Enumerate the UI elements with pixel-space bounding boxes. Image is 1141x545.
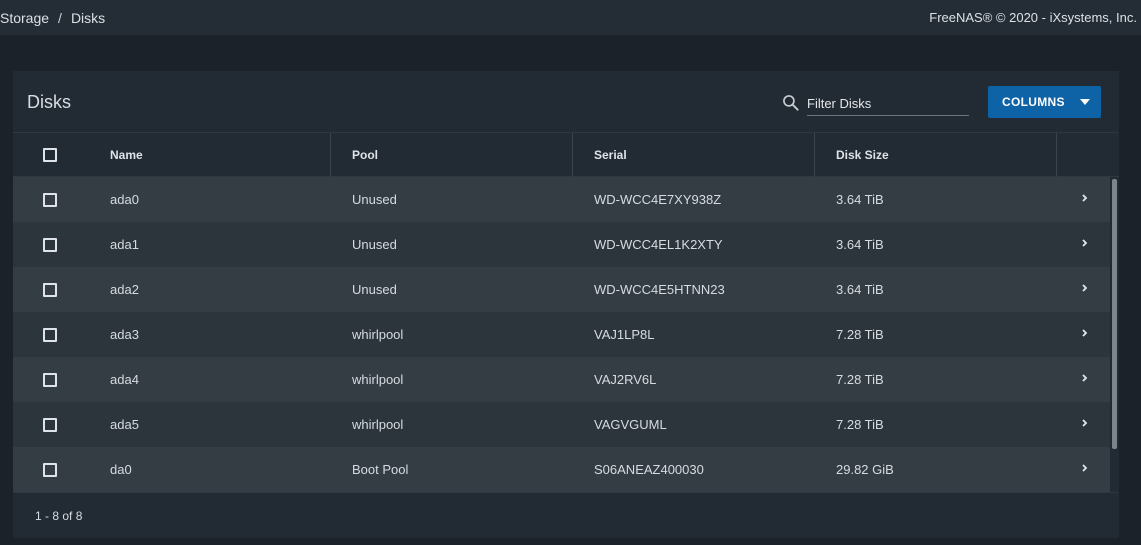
copyright-text[interactable]: FreeNAS® © 2020 - iXsystems, Inc. <box>929 10 1137 25</box>
cell-pool: Unused <box>352 237 397 252</box>
row-checkbox[interactable] <box>43 282 57 297</box>
cell-name: ada3 <box>110 327 139 342</box>
chevron-right-icon[interactable] <box>1080 416 1090 430</box>
row-checkbox[interactable] <box>43 462 57 477</box>
cell-serial: WD-WCC4E5HTNN23 <box>594 282 725 297</box>
cell-name: ada2 <box>110 282 139 297</box>
cell-disk-size: 3.64 TiB <box>836 192 884 207</box>
columns-button[interactable]: COLUMNS <box>988 86 1101 118</box>
chevron-right-icon[interactable] <box>1080 326 1090 340</box>
row-select-cell <box>43 402 57 447</box>
table-scrollbar[interactable] <box>1110 177 1119 492</box>
cell-pool: Unused <box>352 192 397 207</box>
row-select-cell <box>43 357 57 402</box>
row-checkbox[interactable] <box>43 327 57 342</box>
cell-disk-size: 7.28 TiB <box>836 372 884 387</box>
column-divider[interactable] <box>330 133 331 177</box>
chevron-right-icon[interactable] <box>1080 461 1090 475</box>
cell-serial: WD-WCC4EL1K2XTY <box>594 237 723 252</box>
cell-pool: whirlpool <box>352 327 404 342</box>
cell-pool: whirlpool <box>352 417 404 432</box>
column-divider[interactable] <box>1056 133 1057 177</box>
select-all-cell <box>43 133 57 177</box>
row-select-cell <box>43 267 57 312</box>
scrollbar-thumb[interactable] <box>1112 179 1117 449</box>
chevron-right-icon[interactable] <box>1080 236 1090 250</box>
header-name[interactable]: Name <box>110 133 143 177</box>
cell-name: ada0 <box>110 192 139 207</box>
breadcrumb: Storage / Disks <box>0 10 105 26</box>
row-select-cell <box>43 312 57 357</box>
pagination-range: 1 - 8 of 8 <box>35 509 83 523</box>
table-body: ada0 Unused WD-WCC4E7XY938Z 3.64 TiB ada… <box>13 177 1110 492</box>
cell-serial: S06ANEAZ400030 <box>594 462 704 477</box>
filter-search <box>781 92 971 116</box>
cell-name: ada4 <box>110 372 139 387</box>
cell-disk-size: 7.28 TiB <box>836 417 884 432</box>
header-serial[interactable]: Serial <box>594 133 627 177</box>
select-all-checkbox[interactable] <box>43 148 57 162</box>
cell-name: ada5 <box>110 417 139 432</box>
caret-down-icon <box>1080 99 1090 105</box>
header-pool[interactable]: Pool <box>352 133 378 177</box>
row-select-cell <box>43 177 57 222</box>
table-row[interactable]: ada5 whirlpool VAGVGUML 7.28 TiB <box>13 402 1110 447</box>
filter-disks-input[interactable] <box>807 92 969 116</box>
search-icon <box>783 95 799 111</box>
cell-pool: Unused <box>352 282 397 297</box>
disks-card: Disks COLUMNS Name Pool Serial Disk Size… <box>13 71 1119 538</box>
table-footer: 1 - 8 of 8 <box>13 492 1119 538</box>
table-header: Name Pool Serial Disk Size <box>13 132 1119 177</box>
table-row[interactable]: ada2 Unused WD-WCC4E5HTNN23 3.64 TiB <box>13 267 1110 312</box>
table-row[interactable]: ada4 whirlpool VAJ2RV6L 7.28 TiB <box>13 357 1110 402</box>
cell-name: ada1 <box>110 237 139 252</box>
table-row[interactable]: ada1 Unused WD-WCC4EL1K2XTY 3.64 TiB <box>13 222 1110 267</box>
row-checkbox[interactable] <box>43 192 57 207</box>
cell-disk-size: 29.82 GiB <box>836 462 894 477</box>
table-row[interactable]: ada3 whirlpool VAJ1LP8L 7.28 TiB <box>13 312 1110 357</box>
cell-name: da0 <box>110 462 132 477</box>
row-checkbox[interactable] <box>43 417 57 432</box>
card-header: Disks COLUMNS <box>13 71 1119 132</box>
row-select-cell <box>43 447 57 492</box>
table-row[interactable]: ada0 Unused WD-WCC4E7XY938Z 3.64 TiB <box>13 177 1110 222</box>
chevron-right-icon[interactable] <box>1080 281 1090 295</box>
row-checkbox[interactable] <box>43 372 57 387</box>
breadcrumb-separator: / <box>58 9 62 26</box>
column-divider[interactable] <box>814 133 815 177</box>
page-title: Disks <box>27 92 71 112</box>
cell-serial: VAJ1LP8L <box>594 327 655 342</box>
cell-disk-size: 3.64 TiB <box>836 282 884 297</box>
chevron-right-icon[interactable] <box>1080 371 1090 385</box>
cell-pool: Boot Pool <box>352 462 409 477</box>
cell-serial: WD-WCC4E7XY938Z <box>594 192 722 207</box>
row-select-cell <box>43 222 57 267</box>
row-checkbox[interactable] <box>43 237 57 252</box>
header-disk-size[interactable]: Disk Size <box>836 133 889 177</box>
columns-button-label: COLUMNS <box>1002 95 1065 109</box>
cell-pool: whirlpool <box>352 372 404 387</box>
column-divider[interactable] <box>572 133 573 177</box>
cell-serial: VAJ2RV6L <box>594 372 657 387</box>
cell-disk-size: 7.28 TiB <box>836 327 884 342</box>
cell-serial: VAGVGUML <box>594 417 667 432</box>
table-row[interactable]: da0 Boot Pool S06ANEAZ400030 29.82 GiB <box>13 447 1110 492</box>
top-bar: Storage / Disks FreeNAS® © 2020 - iXsyst… <box>0 0 1141 35</box>
cell-disk-size: 3.64 TiB <box>836 237 884 252</box>
chevron-right-icon[interactable] <box>1080 191 1090 205</box>
breadcrumb-storage[interactable]: Storage <box>0 10 49 26</box>
breadcrumb-disks: Disks <box>70 9 106 26</box>
